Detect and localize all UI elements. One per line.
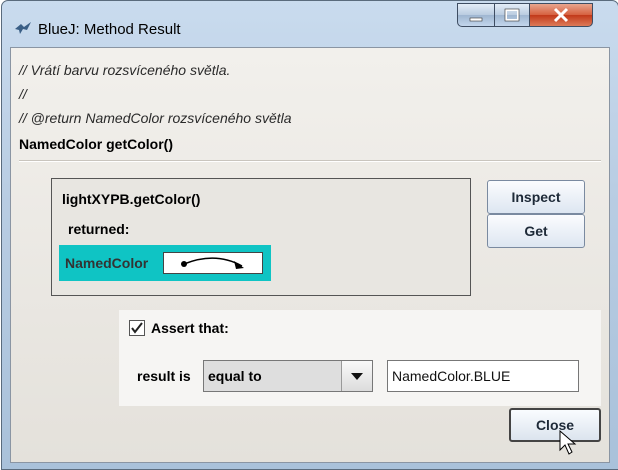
assert-label: Assert that: xyxy=(151,320,229,336)
checkmark-icon xyxy=(131,322,143,334)
title-bar[interactable]: BlueJ: Method Result xyxy=(2,1,618,47)
close-window-button[interactable] xyxy=(529,3,593,27)
chevron-down-icon xyxy=(351,373,363,380)
method-signature: NamedColor getColor() xyxy=(19,136,173,152)
minimize-icon xyxy=(469,17,483,22)
comment-line-1: // Vrátí barvu rozsvíceného světla. xyxy=(19,62,231,78)
get-button[interactable]: Get xyxy=(487,214,585,248)
result-panel: lightXYPB.getColor() returned: NamedColo… xyxy=(51,178,471,296)
minimize-button[interactable] xyxy=(457,3,495,27)
separator xyxy=(19,160,601,162)
inspect-button[interactable]: Inspect xyxy=(487,180,585,214)
mouse-pointer-icon xyxy=(559,430,577,455)
bluej-bird-icon xyxy=(15,22,31,34)
method-call: lightXYPB.getColor() xyxy=(62,191,201,207)
returned-label: returned: xyxy=(68,221,130,237)
dialog-content: // Vrátí barvu rozsvíceného světla. // /… xyxy=(10,47,610,463)
comparison-dropdown[interactable]: equal to xyxy=(203,360,373,392)
comment-line-2: // xyxy=(19,86,27,102)
object-reference[interactable] xyxy=(163,252,263,274)
returned-object[interactable]: NamedColor xyxy=(59,245,271,281)
method-result-window: BlueJ: Method Result // Vrátí barvu rozs… xyxy=(1,0,618,470)
maximize-button[interactable] xyxy=(494,3,530,27)
assert-panel: Assert that: result is equal to NamedCol… xyxy=(119,310,601,406)
dropdown-arrow[interactable] xyxy=(341,361,372,391)
close-button[interactable]: Close xyxy=(509,408,601,442)
assert-checkbox[interactable] xyxy=(129,320,145,336)
expected-value-input[interactable]: NamedColor.BLUE xyxy=(387,360,579,392)
comment-line-3: // @return NamedColor rozsvíceného světl… xyxy=(19,110,292,126)
reference-arrow-icon xyxy=(181,257,244,269)
comparison-value: equal to xyxy=(208,368,262,384)
maximize-icon xyxy=(504,8,520,22)
result-is-label: result is xyxy=(137,368,191,384)
object-type: NamedColor xyxy=(65,255,149,271)
close-icon xyxy=(553,7,569,23)
window-title: BlueJ: Method Result xyxy=(38,21,181,38)
